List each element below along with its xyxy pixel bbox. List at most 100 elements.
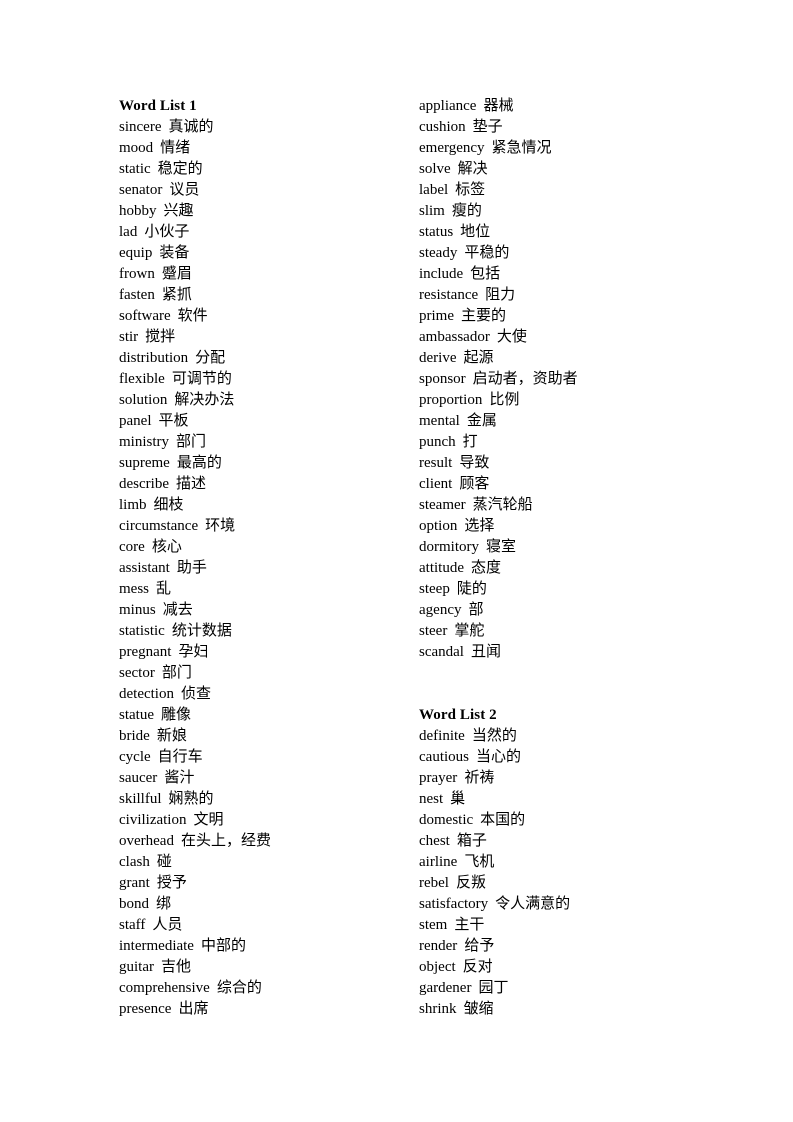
entry-term: prayer <box>419 770 458 786</box>
entry-term: skillful <box>119 791 162 807</box>
vocabulary-entry: derive 起源 <box>419 348 719 369</box>
vocabulary-entry: steep 陡的 <box>419 579 719 600</box>
entry-gloss: 娴熟的 <box>168 791 214 807</box>
vocabulary-entry: saucer 酱汁 <box>119 768 419 789</box>
entry-gloss: 助手 <box>176 560 207 576</box>
vocabulary-entry: sector 部门 <box>119 663 419 684</box>
entry-gloss: 装备 <box>159 245 190 261</box>
entry-gloss: 兴趣 <box>163 203 194 219</box>
vocabulary-entry: frown 蹙眉 <box>119 264 419 285</box>
entry-term: ministry <box>119 434 170 450</box>
entry-gloss: 核心 <box>151 539 182 555</box>
vocabulary-entry: nest 巢 <box>419 789 719 810</box>
vocabulary-entry: object 反对 <box>419 957 719 978</box>
entry-gloss: 搅拌 <box>145 329 176 345</box>
word-list-heading: Word List 1 <box>119 98 197 114</box>
vocabulary-entry: slim 瘦的 <box>419 201 719 222</box>
vocabulary-entry: steady 平稳的 <box>419 243 719 264</box>
vocabulary-entry: lad 小伙子 <box>119 222 419 243</box>
vocabulary-entry: clash 碰 <box>119 852 419 873</box>
entry-gloss: 文明 <box>193 812 224 828</box>
vocabulary-document-page: Word List 1 sincere 真诚的 mood 情绪 static 稳定的 sena… <box>0 0 793 1122</box>
vocabulary-entry: attitude 态度 <box>419 558 719 579</box>
entry-gloss: 吉他 <box>161 959 192 975</box>
vocabulary-entry: equip 装备 <box>119 243 419 264</box>
entry-gloss: 主要的 <box>461 308 507 324</box>
vocabulary-entry: stir 搅拌 <box>119 327 419 348</box>
entry-term: minus <box>119 602 156 618</box>
vocabulary-entry: assistant 助手 <box>119 558 419 579</box>
vocabulary-entry: cautious 当心的 <box>419 747 719 768</box>
entry-gloss: 打 <box>462 434 478 450</box>
vocabulary-entry: result 导致 <box>419 453 719 474</box>
entry-term: option <box>419 518 458 534</box>
entry-term: slim <box>419 203 445 219</box>
entry-gloss: 当然的 <box>471 728 517 744</box>
entry-gloss: 皱缩 <box>463 1001 494 1017</box>
entry-term: comprehensive <box>119 980 210 996</box>
vocabulary-entry: steamer 蒸汽轮船 <box>419 495 719 516</box>
entry-term: pregnant <box>119 644 172 660</box>
entry-term: panel <box>119 413 152 429</box>
word-list-heading: Word List 2 <box>419 707 497 723</box>
entry-gloss: 最高的 <box>176 455 222 471</box>
entry-term: punch <box>419 434 456 450</box>
vocabulary-entry: status 地位 <box>419 222 719 243</box>
entry-term: rebel <box>419 875 449 891</box>
vocabulary-entry: hobby 兴趣 <box>119 201 419 222</box>
entry-term: distribution <box>119 350 189 366</box>
entry-term: attitude <box>419 560 464 576</box>
entry-gloss: 侦查 <box>180 686 211 702</box>
vocabulary-entry: describe 描述 <box>119 474 419 495</box>
vocabulary-entry: rebel 反叛 <box>419 873 719 894</box>
entry-gloss: 蒸汽轮船 <box>472 497 533 513</box>
vocabulary-entry: statue 雕像 <box>119 705 419 726</box>
vocabulary-entry: supreme 最高的 <box>119 453 419 474</box>
entry-term: agency <box>419 602 462 618</box>
entry-term: resistance <box>419 287 479 303</box>
entry-term: sincere <box>119 119 162 135</box>
entry-term: software <box>119 308 171 324</box>
entry-term: statue <box>119 707 154 723</box>
vocabulary-entry: panel 平板 <box>119 411 419 432</box>
entry-term: mess <box>119 581 149 597</box>
entry-term: sponsor <box>419 371 466 387</box>
entry-gloss: 中部的 <box>200 938 246 954</box>
entry-gloss: 给予 <box>464 938 495 954</box>
entry-term: result <box>419 455 453 471</box>
entry-term: static <box>119 161 151 177</box>
entry-gloss: 反叛 <box>455 875 486 891</box>
entry-gloss: 寝室 <box>486 539 517 555</box>
vocabulary-entry: detection 侦查 <box>119 684 419 705</box>
entry-term: assistant <box>119 560 170 576</box>
entry-gloss: 碰 <box>156 854 172 870</box>
entry-term: sector <box>119 665 155 681</box>
entry-term: flexible <box>119 371 165 387</box>
entry-gloss: 紧急情况 <box>491 140 552 156</box>
vocabulary-entry: shrink 皱缩 <box>419 999 719 1020</box>
entry-gloss: 当心的 <box>476 749 522 765</box>
entry-term: solve <box>419 161 451 177</box>
entry-term: cushion <box>419 119 466 135</box>
entry-term: statistic <box>119 623 165 639</box>
entry-gloss: 议员 <box>169 182 200 198</box>
entry-gloss: 地位 <box>460 224 491 240</box>
entry-gloss: 减去 <box>162 602 193 618</box>
entry-term: bride <box>119 728 150 744</box>
vocabulary-entry: ministry 部门 <box>119 432 419 453</box>
entry-gloss: 巢 <box>450 791 466 807</box>
entry-term: ambassador <box>419 329 490 345</box>
vocabulary-entry: cushion 垫子 <box>419 117 719 138</box>
entry-gloss: 平稳的 <box>464 245 510 261</box>
entry-term: satisfactory <box>419 896 489 912</box>
entry-gloss: 比例 <box>489 392 520 408</box>
vocabulary-entry: mental 金属 <box>419 411 719 432</box>
entry-gloss: 飞机 <box>464 854 495 870</box>
entry-gloss: 情绪 <box>160 140 191 156</box>
entry-term: steamer <box>419 497 466 513</box>
vocabulary-entry: minus 减去 <box>119 600 419 621</box>
entry-gloss: 环境 <box>205 518 236 534</box>
entry-gloss: 园丁 <box>478 980 509 996</box>
entry-term: intermediate <box>119 938 194 954</box>
vocabulary-entry: pregnant 孕妇 <box>119 642 419 663</box>
